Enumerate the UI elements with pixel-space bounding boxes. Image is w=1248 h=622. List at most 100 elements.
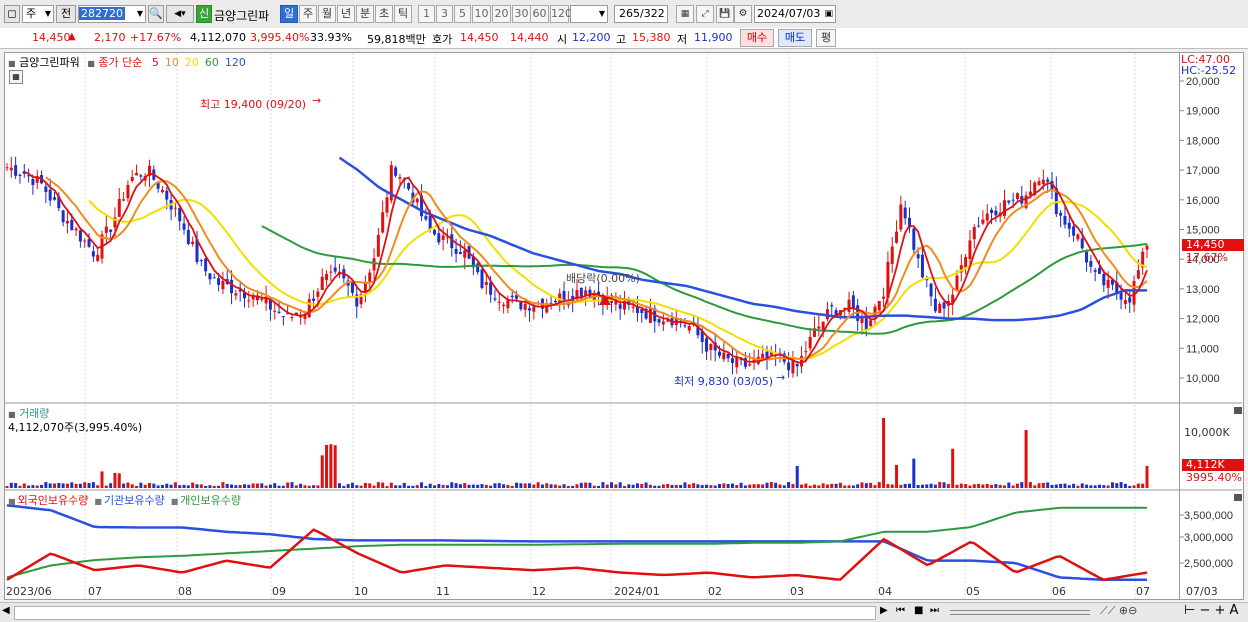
gear-icon[interactable]: ⚙ bbox=[734, 5, 752, 23]
ma-120-line bbox=[338, 156, 1147, 322]
chevron-down-icon[interactable]: ▼ bbox=[137, 6, 143, 22]
calendar-icon[interactable]: ▣ bbox=[824, 6, 833, 22]
volume-bar bbox=[83, 482, 87, 488]
average-button[interactable]: 평 bbox=[816, 29, 836, 47]
sound-icon[interactable]: ◀▾ bbox=[166, 5, 194, 23]
candle-body bbox=[683, 325, 687, 327]
zoom-controls[interactable]: ⊢ − + A bbox=[1184, 603, 1238, 618]
minimize-icon[interactable] bbox=[1234, 407, 1242, 414]
volume-last-pct: 3995.40% bbox=[1186, 471, 1242, 484]
volume-bar bbox=[938, 482, 942, 488]
period-button-5[interactable]: 초 bbox=[375, 5, 393, 23]
date-input[interactable]: 2024/07/03 ▣ bbox=[754, 5, 836, 23]
volume-bar bbox=[838, 482, 842, 488]
candle-body bbox=[722, 352, 726, 360]
scroll-left-icon[interactable]: ◀ bbox=[2, 605, 10, 616]
forward-icon[interactable]: ⏭ bbox=[930, 605, 939, 616]
zoom-icon[interactable]: ⤢ bbox=[696, 5, 714, 23]
chart-canvas[interactable] bbox=[5, 53, 1179, 599]
volume-bar bbox=[156, 485, 160, 488]
volume-bar bbox=[942, 482, 946, 488]
scroll-bar[interactable]: ◀ ▶ ⏮ ■ ⏭ ⟋⟋ ⊕⊖ ⊢ − + A bbox=[0, 602, 1248, 622]
volume-y-tick: 10,000K bbox=[1184, 426, 1230, 439]
interval-button-0[interactable]: 1 bbox=[418, 5, 435, 23]
volume-bar bbox=[286, 482, 290, 488]
candle-body bbox=[890, 246, 894, 264]
volume-bar bbox=[787, 482, 791, 488]
interval-button-6[interactable]: 60 bbox=[530, 5, 549, 23]
scroll-track[interactable] bbox=[14, 606, 876, 620]
volume-pct: 3,995.40% bbox=[250, 31, 310, 44]
candle-body bbox=[877, 301, 881, 311]
chart-area[interactable] bbox=[4, 52, 1180, 600]
interval-button-3[interactable]: 10 bbox=[472, 5, 491, 23]
period-button-3[interactable]: 년 bbox=[337, 5, 355, 23]
candle-body bbox=[91, 251, 95, 257]
interval-button-2[interactable]: 5 bbox=[454, 5, 471, 23]
grid-icon[interactable]: ▦ bbox=[676, 5, 694, 23]
chart-type-icons[interactable]: ⟋⟋ ⊕⊖ bbox=[1100, 604, 1137, 618]
volume-bar bbox=[471, 484, 475, 488]
candle-body bbox=[938, 303, 942, 313]
volume-bar bbox=[584, 482, 588, 488]
period-button-6[interactable]: 틱 bbox=[394, 5, 412, 23]
volume-bar bbox=[247, 484, 251, 488]
volume-bar bbox=[458, 484, 462, 488]
legend-marker-icon: ■ bbox=[170, 497, 179, 506]
interval-button-7[interactable]: 120 bbox=[550, 5, 572, 23]
calculator-icon[interactable]: ▦ bbox=[9, 70, 23, 84]
period-button-2[interactable]: 월 bbox=[318, 5, 336, 23]
search-icon[interactable]: 🔍 bbox=[148, 5, 164, 23]
volume-bar bbox=[27, 485, 31, 488]
volume-bar bbox=[53, 483, 56, 488]
sell-button[interactable]: 매도 bbox=[778, 29, 812, 47]
volume-bar bbox=[640, 483, 644, 488]
type-button[interactable]: 전 bbox=[56, 5, 76, 23]
window-icon[interactable]: ◻ bbox=[4, 5, 20, 23]
period-button-4[interactable]: 분 bbox=[356, 5, 374, 23]
minimize-icon[interactable] bbox=[1234, 494, 1242, 501]
zoom-slider[interactable] bbox=[950, 610, 1090, 615]
volume-bar bbox=[597, 485, 601, 488]
volume-bar bbox=[851, 485, 855, 488]
volume-bar bbox=[1033, 485, 1037, 488]
volume-bar bbox=[195, 484, 199, 488]
volume-bar bbox=[230, 484, 234, 488]
interval-button-1[interactable]: 3 bbox=[436, 5, 453, 23]
volume-bar bbox=[480, 484, 484, 488]
candle-body bbox=[804, 351, 808, 353]
volume-bar bbox=[5, 485, 9, 488]
interval-select[interactable]: ▼ bbox=[570, 5, 608, 23]
play-icon[interactable]: ▶ bbox=[880, 605, 888, 616]
volume-bar bbox=[890, 484, 894, 488]
save-icon[interactable]: 💾 bbox=[716, 5, 734, 23]
volume-bar bbox=[1123, 483, 1127, 488]
buy-button[interactable]: 매수 bbox=[740, 29, 774, 47]
volume-bar bbox=[342, 485, 346, 488]
volume-bar bbox=[752, 484, 756, 488]
mode-select[interactable]: 주 ▼ bbox=[22, 5, 54, 23]
volume-bar bbox=[307, 485, 311, 488]
candle-body bbox=[1136, 270, 1140, 279]
low-note: 최저 9,830 (03/05) bbox=[674, 375, 774, 388]
volume-bar bbox=[834, 483, 838, 488]
candle-body bbox=[1085, 251, 1089, 263]
candle-body bbox=[895, 231, 899, 243]
candle-body bbox=[489, 282, 493, 295]
volume-bar bbox=[748, 484, 752, 488]
volume-bar bbox=[687, 484, 691, 488]
interval-button-4[interactable]: 20 bbox=[492, 5, 511, 23]
candle-body bbox=[903, 207, 907, 219]
trade-amount: 59,818백만 bbox=[367, 33, 426, 46]
stop-icon[interactable]: ■ bbox=[914, 605, 923, 616]
rewind-icon[interactable]: ⏮ bbox=[896, 605, 905, 616]
volume-bar bbox=[165, 483, 169, 488]
period-button-1[interactable]: 주 bbox=[299, 5, 317, 23]
candle-body bbox=[640, 309, 644, 313]
volume-bar bbox=[713, 485, 717, 488]
period-button-0[interactable]: 일 bbox=[280, 5, 298, 23]
interval-button-5[interactable]: 30 bbox=[512, 5, 531, 23]
volume-bar bbox=[65, 483, 69, 488]
stock-code-input[interactable]: 282720 ▼ bbox=[78, 5, 146, 23]
count-input[interactable]: 265/322 bbox=[614, 5, 668, 23]
